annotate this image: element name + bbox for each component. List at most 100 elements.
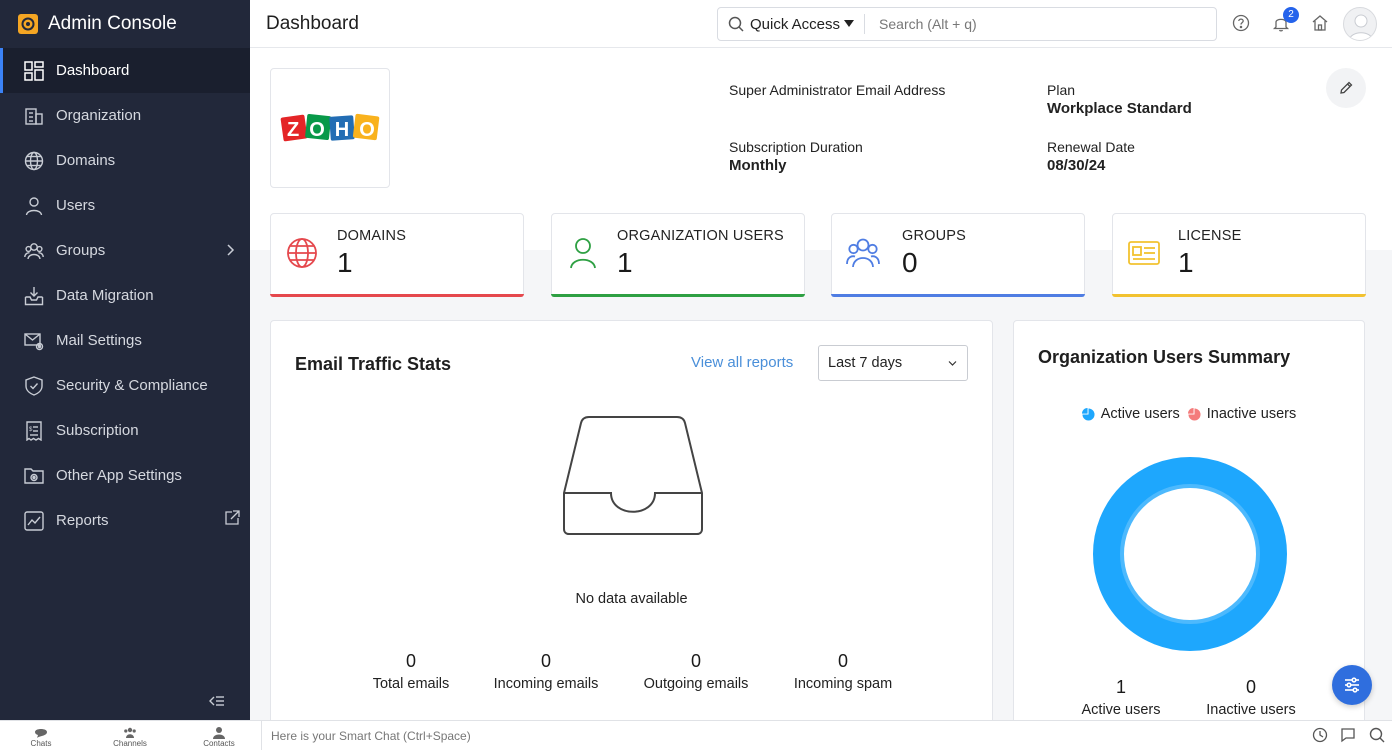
pie-chart-icon: [1081, 407, 1095, 421]
sidebar-item-organization[interactable]: Organization: [0, 93, 250, 138]
sidebar-item-label: Users: [56, 197, 96, 214]
home-icon[interactable]: [1311, 14, 1329, 32]
donut-inner-ring: [1120, 484, 1260, 624]
user-avatar[interactable]: [1343, 7, 1377, 41]
sidebar-item-other-app-settings[interactable]: Other App Settings: [0, 453, 250, 498]
date-range-select[interactable]: Last 7 days: [818, 345, 968, 381]
legend-label: Active users: [1100, 406, 1180, 422]
license-card-icon: [1128, 241, 1160, 265]
sidebar-item-mail-settings[interactable]: Mail Settings: [0, 318, 250, 363]
sidebar-item-data-migration[interactable]: Data Migration: [0, 273, 250, 318]
subscription-duration-value: Monthly: [729, 157, 787, 174]
email-traffic-panel: Email Traffic Stats View all reports Las…: [270, 320, 993, 740]
stat-label: GROUPS: [902, 228, 967, 244]
history-icon[interactable]: [1312, 727, 1328, 743]
stat-accent-bar: [551, 294, 805, 297]
metric-value: 0: [837, 651, 848, 671]
notification-badge: 2: [1283, 7, 1299, 23]
stat-card-license[interactable]: LICENSE 1: [1112, 213, 1366, 297]
app-title: Admin Console: [48, 13, 177, 34]
collapse-sidebar-icon[interactable]: [208, 692, 226, 710]
search-bar[interactable]: Quick Access: [717, 7, 1217, 41]
sidebar-item-label: Groups: [56, 242, 106, 259]
stat-card-domains[interactable]: DOMAINS 1: [270, 213, 524, 297]
page-title: Dashboard: [266, 13, 359, 34]
metric-value: 0: [540, 651, 551, 671]
comment-icon[interactable]: [1340, 727, 1356, 743]
top-header: Dashboard Quick Access 2: [250, 0, 1392, 48]
tab-contacts[interactable]: Contacts: [189, 726, 249, 748]
sidebar-item-security-compliance[interactable]: Security & Compliance: [0, 363, 250, 408]
email-traffic-title: Email Traffic Stats: [295, 354, 452, 374]
legend-label: Inactive users: [1206, 406, 1297, 422]
mail-gear-icon: [24, 332, 44, 350]
metric-value: 0: [690, 651, 701, 671]
dashboard-icon: [24, 60, 44, 81]
metric-outgoing-emails: 0 Outgoing emails: [616, 651, 776, 692]
stat-label: LICENSE: [1178, 228, 1242, 244]
inactive-users-metric: 0 Inactive users: [1171, 677, 1331, 718]
stat-card-organization-users[interactable]: ORGANIZATION USERS 1: [551, 213, 805, 297]
receipt-icon: $: [26, 420, 42, 441]
users-summary-legend: Active users Inactive users: [1014, 406, 1364, 422]
stat-label: ORGANIZATION USERS: [617, 228, 784, 244]
chat-bubble-icon: [35, 729, 47, 738]
building-icon: [25, 107, 43, 125]
channels-icon: [124, 727, 136, 738]
help-icon[interactable]: [1232, 14, 1250, 32]
stat-value: 1: [1178, 247, 1194, 278]
globe-icon: [287, 238, 317, 268]
metric-label: Outgoing emails: [643, 676, 749, 692]
stat-accent-bar: [1112, 294, 1366, 297]
sidebar-item-reports[interactable]: Reports: [0, 498, 250, 543]
sidebar-item-label: Other App Settings: [56, 467, 182, 484]
tab-channels[interactable]: Channels: [100, 726, 160, 748]
main-content: ZOHO Super Administrator Email Address P…: [250, 48, 1392, 740]
admin-console-logo-icon: [18, 14, 38, 34]
shield-check-icon: [25, 375, 43, 396]
sidebar-item-groups[interactable]: Groups: [0, 228, 250, 273]
brand[interactable]: Admin Console: [0, 0, 250, 48]
quick-access-dropdown[interactable]: Quick Access: [750, 16, 840, 33]
search-input[interactable]: [879, 16, 1180, 32]
user-icon: [570, 238, 596, 269]
chevron-right-icon: [227, 244, 235, 256]
sidebar-item-dashboard[interactable]: Dashboard: [0, 48, 250, 93]
group-icon: [24, 242, 44, 259]
stat-label: DOMAINS: [337, 228, 407, 244]
search-icon[interactable]: [1369, 727, 1385, 743]
view-all-reports-link[interactable]: View all reports: [691, 354, 793, 371]
caret-down-icon[interactable]: [844, 20, 855, 28]
donut-active-segment[interactable]: [1093, 457, 1287, 651]
sidebar-item-users[interactable]: Users: [0, 183, 250, 228]
users-donut-chart[interactable]: [1092, 456, 1288, 652]
chevron-down-icon: [948, 361, 957, 366]
metric-label: Incoming emails: [493, 676, 599, 692]
inbox-download-icon: [24, 286, 44, 305]
sidebar-item-label: Domains: [56, 152, 116, 169]
smart-chat-input[interactable]: Here is your Smart Chat (Ctrl+Space): [271, 729, 471, 743]
stat-value: 1: [337, 247, 353, 278]
filter-settings-button[interactable]: [1332, 665, 1372, 705]
avatar-icon: [1348, 14, 1374, 40]
contacts-icon: [213, 727, 225, 739]
pencil-icon: [1340, 81, 1353, 94]
renewal-date-value: 08/30/24: [1047, 157, 1106, 174]
tab-chats[interactable]: Chats: [11, 726, 71, 748]
sidebar-item-label: Data Migration: [56, 287, 154, 304]
edit-org-button[interactable]: [1326, 68, 1366, 108]
plan-value: Workplace Standard: [1047, 100, 1192, 117]
sidebar-item-domains[interactable]: Domains: [0, 138, 250, 183]
tab-label: Chats: [30, 739, 52, 748]
zoho-logo: ZOHO: [280, 113, 380, 142]
sliders-icon: [1345, 677, 1359, 693]
stat-value: 0: [902, 247, 918, 278]
organization-logo[interactable]: ZOHO: [270, 68, 390, 188]
pie-chart-icon: [1187, 407, 1201, 421]
stat-card-groups[interactable]: GROUPS 0: [831, 213, 1085, 297]
renewal-date-label: Renewal Date: [1047, 139, 1135, 155]
legend-item-active[interactable]: Active users: [1081, 406, 1180, 422]
legend-item-inactive[interactable]: Inactive users: [1187, 406, 1297, 422]
sidebar-item-subscription[interactable]: $ Subscription: [0, 408, 250, 453]
external-link-icon[interactable]: [224, 510, 240, 526]
